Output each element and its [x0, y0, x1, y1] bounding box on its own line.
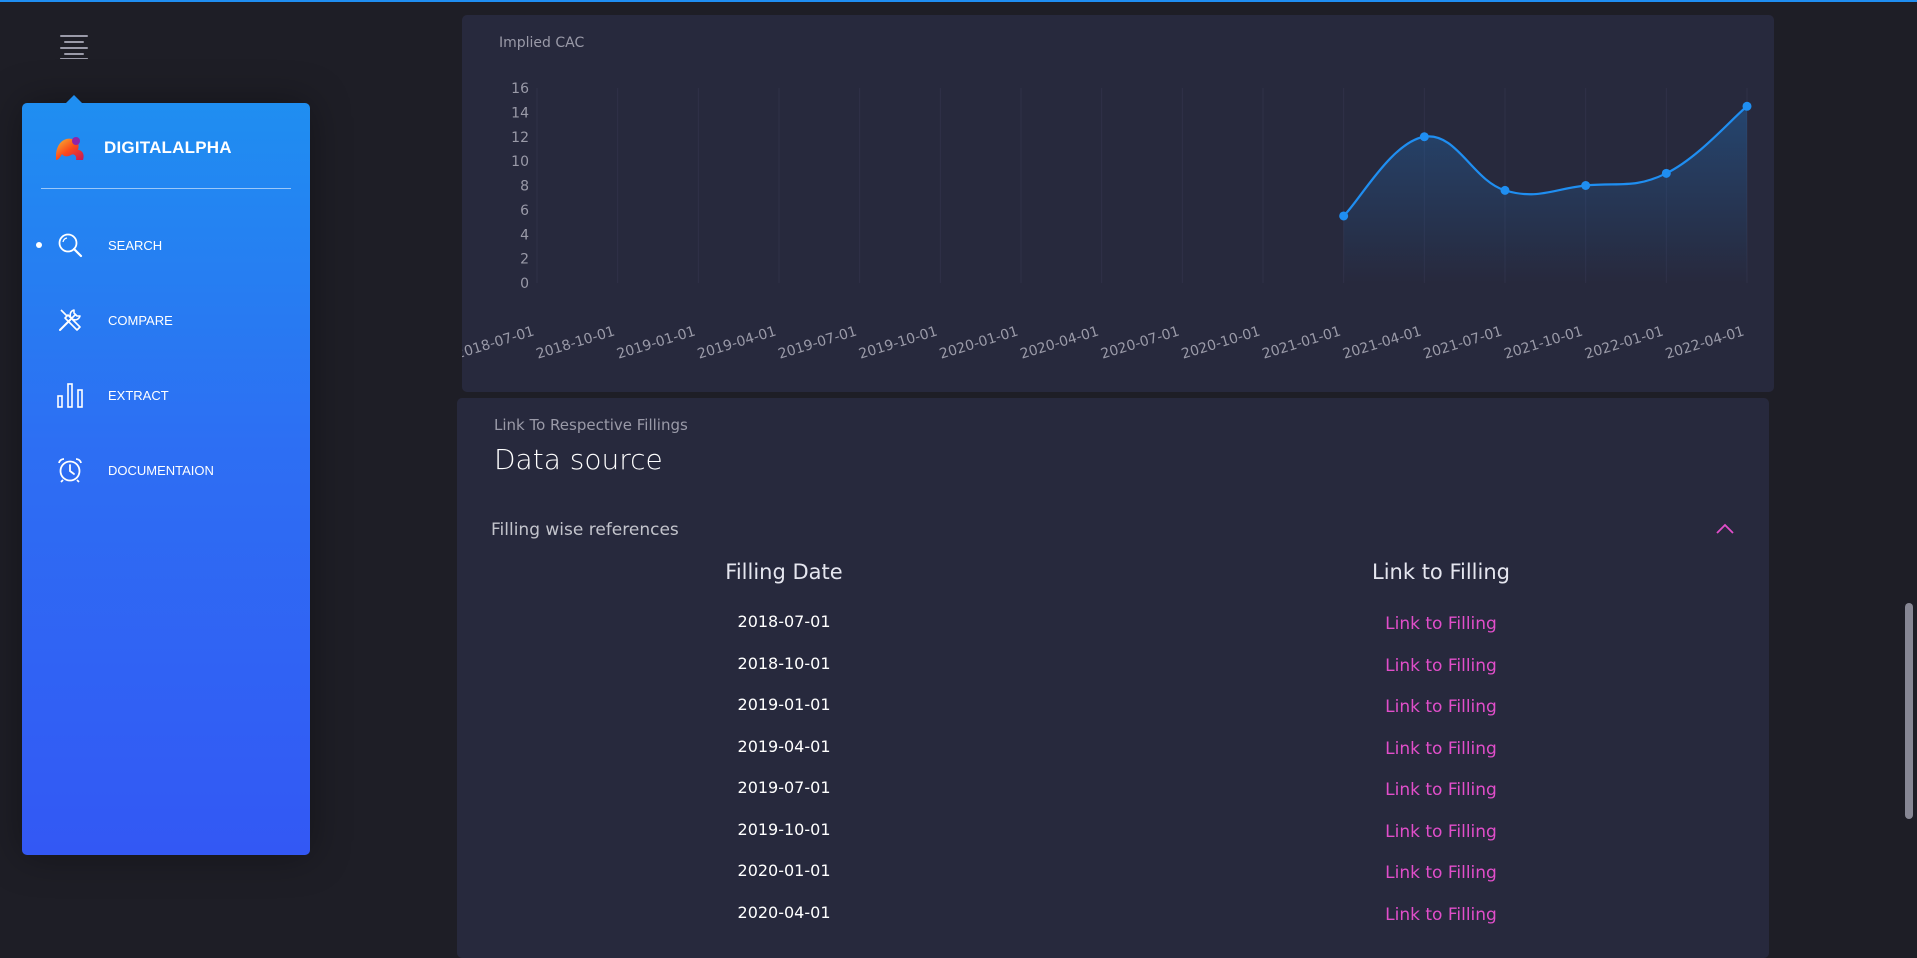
implied-cac-chart-card: Implied CAC 0 2 4 6 8 10 12 14 16 2018-07-01 2018…: [462, 15, 1774, 392]
digitalalpha-logo-icon: [56, 137, 84, 160]
series-area: [1343, 106, 1747, 283]
link-to-filling[interactable]: Link to Filling: [1385, 780, 1497, 800]
x-tick-label: 2020-10-01: [1180, 324, 1262, 363]
x-tick-label: 2019-07-01: [776, 324, 858, 363]
brand-name: DIGITALALPHA: [104, 138, 232, 157]
x-tick-label: 2020-07-01: [1099, 324, 1181, 363]
search-icon: [58, 233, 83, 258]
sidebar-item-label: EXTRACT: [108, 387, 169, 403]
link-to-filling[interactable]: Link to Filling: [1385, 863, 1497, 883]
column-header-filling-date: Filling Date: [725, 560, 843, 584]
link-to-filling[interactable]: Link to Filling: [1385, 697, 1497, 717]
x-tick-label: 2022-04-01: [1664, 324, 1746, 363]
implied-cac-chart: 0246810121416 2018-07-012018-10-012019-0…: [462, 81, 1752, 363]
page-scrollbar[interactable]: [1905, 603, 1913, 819]
x-tick-label: 2021-04-01: [1341, 324, 1423, 363]
brand-divider: [41, 188, 291, 189]
brand[interactable]: DIGITALALPHA: [52, 125, 232, 171]
y-tick-label: 8: [520, 179, 529, 195]
filling-date-cell: 2019-10-01: [737, 819, 831, 839]
sidebar: DIGITALALPHA SEARCH COMPARE EXTRACT DOCU…: [22, 95, 310, 855]
table-row: 2019-01-01 Link to Filling: [457, 695, 1769, 736]
top-accent-line: [0, 0, 1917, 2]
table-row: 2019-07-01 Link to Filling: [457, 778, 1769, 819]
table-row: 2019-04-01 Link to Filling: [457, 737, 1769, 778]
alarm-clock-icon: [58, 458, 82, 483]
sidebar-item-documentation[interactable]: DOCUMENTAION: [22, 448, 310, 492]
hamburger-icon[interactable]: [59, 33, 89, 59]
link-to-filling[interactable]: Link to Filling: [1385, 614, 1497, 634]
x-tick-label: 2019-01-01: [615, 324, 697, 363]
accordion-label: Filling wise references: [491, 520, 679, 540]
x-tick-label: 2020-01-01: [938, 324, 1020, 363]
bar-chart-icon: [57, 383, 83, 408]
sidebar-item-extract[interactable]: EXTRACT: [22, 373, 310, 417]
link-to-filling[interactable]: Link to Filling: [1385, 656, 1497, 676]
x-tick-label: 2019-10-01: [857, 324, 939, 363]
active-indicator: [36, 242, 42, 248]
table-row: 2020-01-01 Link to Filling: [457, 861, 1769, 902]
filling-date-cell: 2019-01-01: [737, 695, 831, 714]
x-tick-label: 2018-07-01: [462, 324, 536, 363]
x-tick-label: 2019-04-01: [696, 324, 778, 363]
data-point[interactable]: [1581, 181, 1591, 190]
x-tick-label: 2022-01-01: [1583, 324, 1665, 363]
link-to-filling[interactable]: Link to Filling: [1385, 905, 1497, 925]
y-tick-label: 12: [511, 130, 529, 146]
table-row: 2018-10-01 Link to Filling: [457, 654, 1769, 695]
link-to-filling[interactable]: Link to Filling: [1385, 739, 1497, 759]
tools-icon: [59, 309, 81, 331]
x-tick-label: 2021-01-01: [1260, 324, 1342, 363]
filling-date-cell: 2018-07-01: [737, 612, 831, 631]
sidebar-item-compare[interactable]: COMPARE: [22, 298, 310, 342]
filling-date-cell: 2019-04-01: [737, 736, 831, 756]
data-point[interactable]: [1661, 168, 1671, 178]
filling-date-cell: 2018-10-01: [737, 653, 831, 673]
y-tick-label: 2: [520, 252, 529, 268]
data-source-card: Link To Respective Fillings Data source …: [457, 398, 1769, 958]
data-point[interactable]: [1742, 101, 1752, 111]
sidebar-item-label: COMPARE: [108, 312, 173, 328]
y-tick-label: 10: [511, 154, 529, 170]
filling-date-cell: 2019-07-01: [737, 778, 831, 797]
table-row: 2018-07-01 Link to Filling: [457, 612, 1769, 653]
x-tick-label: 2020-04-01: [1018, 324, 1100, 363]
sidebar-item-search[interactable]: SEARCH: [22, 223, 310, 267]
x-tick-label: 2018-10-01: [534, 324, 616, 363]
table-row: 2019-10-01 Link to Filling: [457, 820, 1769, 861]
y-tick-label: 0: [520, 276, 529, 292]
link-to-filling[interactable]: Link to Filling: [1385, 822, 1497, 842]
y-tick-label: 4: [520, 227, 529, 243]
y-tick-label: 6: [520, 203, 529, 219]
y-tick-label: 16: [511, 81, 529, 97]
data-source-title: Data source: [494, 443, 663, 476]
data-point[interactable]: [1339, 211, 1349, 221]
data-point[interactable]: [1419, 132, 1429, 142]
chevron-up-icon[interactable]: [1714, 518, 1736, 540]
table-row: 2020-04-01 Link to Filling: [457, 903, 1769, 944]
x-tick-label: 2021-10-01: [1502, 324, 1584, 363]
x-tick-label: 2021-07-01: [1422, 324, 1504, 363]
sidebar-item-label: SEARCH: [108, 237, 163, 253]
filling-date-cell: 2020-01-01: [737, 861, 831, 880]
sidebar-item-label: DOCUMENTAION: [108, 462, 214, 478]
filling-date-cell: 2020-04-01: [737, 902, 831, 922]
y-tick-label: 14: [511, 105, 529, 121]
column-header-link: Link to Filling: [1372, 560, 1510, 584]
data-point[interactable]: [1500, 185, 1510, 195]
data-source-subtitle: Link To Respective Fillings: [494, 416, 688, 434]
filling-references-accordion[interactable]: Filling wise references: [491, 516, 1736, 546]
